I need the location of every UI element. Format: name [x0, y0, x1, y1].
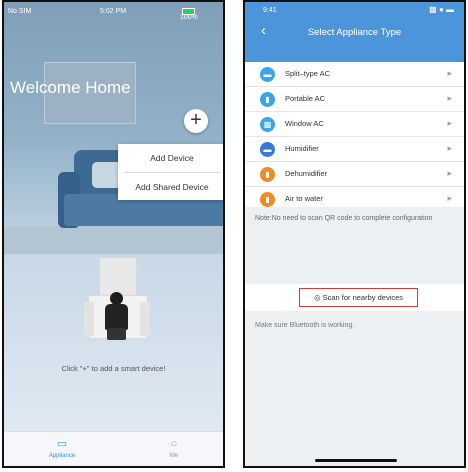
carrier-label: No SIM [8, 8, 32, 15]
add-menu: Add Device Add Shared Device [118, 144, 223, 201]
chair-arm [140, 302, 150, 336]
dehumidifier-icon: ▮ [260, 167, 275, 182]
window-ac-icon: ▩ [260, 117, 275, 132]
list-item-label: Portable AC [285, 94, 326, 103]
chevron-right-icon: ▸ [447, 118, 452, 128]
person-icon: ○ [170, 438, 178, 450]
select-appliance-screen: 9:41 ▩ ● ▬ ‹ Select Appliance Type ▬ Spl… [243, 0, 466, 468]
scan-nearby-label: Scan for nearby devices [322, 293, 404, 302]
floor [4, 226, 223, 254]
welcome-title: Welcome Home [10, 78, 131, 97]
tab-me[interactable]: ○ Me [144, 437, 204, 459]
list-item[interactable]: ▬ Humidifier ▸ [245, 137, 464, 162]
battery-percent: 100% [180, 14, 198, 21]
list-item-label: Split–type AC [285, 69, 331, 78]
person-head [110, 292, 123, 305]
humidifier-icon: ▬ [260, 142, 275, 157]
air-to-water-icon: ▮ [260, 192, 275, 207]
add-device-menu-item[interactable]: Add Device [118, 144, 223, 172]
page-title: Select Appliance Type [307, 27, 402, 38]
appliance-list: ▬ Split–type AC ▸ ▮ Portable AC ▸ ▩ Wind… [245, 62, 464, 212]
clock: 5:02 PM [100, 8, 127, 15]
home-screen: No SIM 5:02 PM 100% Welcome Home + Add D… [2, 0, 225, 468]
tab-me-label: Me [169, 453, 179, 459]
tab-appliance[interactable]: ▭ Appliance [32, 437, 92, 459]
chevron-right-icon: ▸ [447, 68, 452, 78]
clock: 9:41 [263, 7, 277, 14]
add-device-button[interactable]: + [184, 109, 208, 133]
split-ac-icon: ▬ [260, 67, 275, 82]
list-item-label: Humidifier [285, 144, 319, 153]
home-indicator [315, 459, 397, 462]
signal-wifi-battery-icon: ▩ ● ▬ [429, 5, 454, 14]
living-room-illustration [4, 22, 223, 254]
person-legs [107, 328, 126, 340]
battery-status: 100% [180, 8, 198, 21]
scan-icon: ◎ [313, 293, 321, 302]
scan-section: Note:No need to scan QR code to complete… [245, 207, 464, 466]
scan-row: ◎ Scan for nearby devices [245, 284, 464, 311]
list-item[interactable]: ▮ Portable AC ▸ [245, 87, 464, 112]
chevron-right-icon: ▸ [447, 143, 452, 153]
list-item[interactable]: ▮ Dehumidifier ▸ [245, 162, 464, 187]
qr-note: Note:No need to scan QR code to complete… [255, 215, 433, 222]
chair-arm [84, 302, 94, 336]
device-icon: ▭ [56, 438, 68, 450]
chevron-right-icon: ▸ [447, 93, 452, 103]
empty-state-hint: Click "+" to add a smart device! [61, 364, 166, 373]
tab-appliance-label: Appliance [48, 453, 76, 459]
status-bar: No SIM 5:02 PM 100% [4, 2, 223, 22]
header: 9:41 ▩ ● ▬ ‹ Select Appliance Type [245, 2, 464, 62]
list-item[interactable]: ▩ Window AC ▸ [245, 112, 464, 137]
portable-ac-icon: ▮ [260, 92, 275, 107]
list-item-label: Air to water [285, 194, 323, 203]
list-item-label: Dehumidifier [285, 169, 328, 178]
list-item[interactable]: ▬ Split–type AC ▸ [245, 62, 464, 87]
scan-nearby-button[interactable]: ◎ Scan for nearby devices [299, 288, 418, 307]
person-body [105, 304, 128, 330]
chevron-right-icon: ▸ [447, 168, 452, 178]
tab-bar: ▭ Appliance ○ Me [4, 431, 223, 466]
list-item-label: Window AC [285, 119, 324, 128]
add-shared-device-menu-item[interactable]: Add Shared Device [118, 173, 223, 201]
chevron-right-icon: ▸ [447, 193, 452, 203]
bluetooth-note: Make sure Bluetooth is working. [255, 322, 355, 329]
